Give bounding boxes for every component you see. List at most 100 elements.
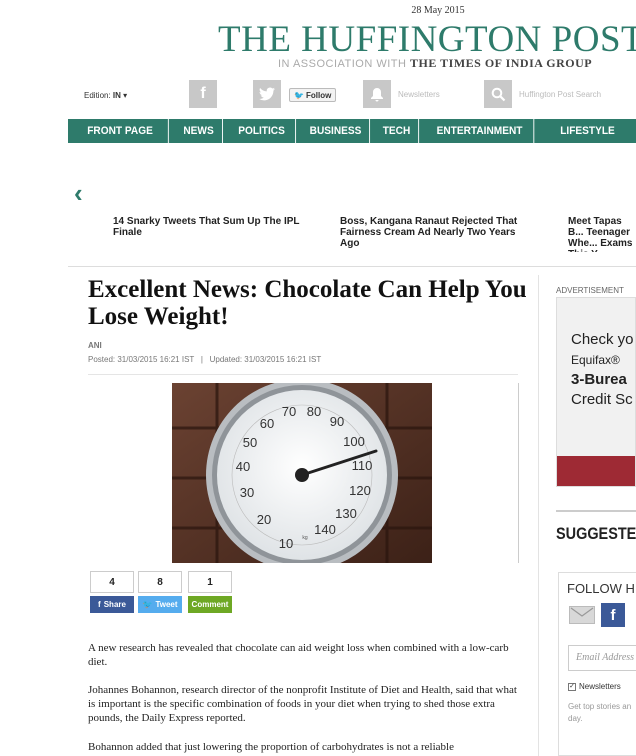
nav-politics[interactable]: POLITICS (228, 119, 297, 143)
tweet-label: Tweet (155, 600, 178, 609)
newsletter-checkbox[interactable]: ✓ Newsletters (568, 682, 621, 691)
comment-share[interactable]: 1 Comment (188, 571, 232, 613)
edition-selector[interactable]: Edition: IN ▾ (84, 91, 127, 100)
search-button[interactable] (484, 80, 512, 108)
suggested-heading: SUGGESTED (556, 524, 636, 543)
newsletter-label: Newsletters (579, 682, 621, 691)
ad-line: Check yo (571, 331, 634, 348)
edition-date: 28 May 2015 (411, 5, 465, 16)
updated-date: Updated: 31/03/2015 16:21 IST (209, 355, 322, 364)
meta-divider (88, 374, 518, 375)
twitter-button[interactable] (253, 80, 281, 108)
facebook-button[interactable]: f (189, 80, 217, 108)
scale-number: 30 (240, 485, 254, 500)
newsletter-description: Get top stories an day. (568, 702, 632, 723)
search-icon (491, 87, 505, 101)
follow-title: FOLLOW H (567, 581, 635, 596)
article-author[interactable]: ANI (88, 341, 102, 350)
article-headline: Excellent News: Chocolate Can Help You L… (88, 276, 527, 330)
share-count: 4 (90, 571, 134, 593)
envelope-icon (570, 607, 594, 617)
article-paragraph: A new research has revealed that chocola… (88, 642, 509, 668)
article-image: 10 20 30 40 50 60 70 80 90 100 110 120 1… (172, 383, 432, 563)
email-icon[interactable] (569, 606, 595, 624)
scale-number: 100 (343, 434, 365, 449)
scale-number: 130 (335, 506, 357, 521)
bell-icon (371, 87, 383, 101)
scale-number: 120 (349, 483, 371, 498)
scale-number: 70 (282, 404, 296, 419)
newsletters-button[interactable] (363, 80, 391, 108)
ad-cta-bar[interactable] (557, 456, 635, 486)
scale-number: 20 (257, 512, 271, 527)
scale-number: 10 (279, 536, 293, 551)
scale-number: 140 (314, 522, 336, 537)
article-paragraph: Bohannon added that just lowering the pr… (88, 741, 454, 753)
scale-unit: kg (302, 535, 308, 541)
utility-toolbar: Edition: IN ▾ f 🐦 Follow Newsletters Huf… (0, 80, 636, 110)
scale-number: 50 (243, 435, 257, 450)
carousel-prev-arrow-icon[interactable]: ‹ (74, 178, 83, 209)
advertisement-label: ADVERTISEMENT (556, 286, 624, 295)
follow-label: Follow (305, 90, 332, 100)
tweet-count: 8 (138, 571, 182, 593)
association-partner: THE TIMES OF INDIA GROUP (410, 56, 593, 70)
checkbox-checked-icon[interactable]: ✓ (568, 682, 576, 691)
facebook-icon: f (200, 85, 206, 102)
nav-lifestyle[interactable]: LIFESTYLE (543, 119, 632, 143)
section-divider (68, 266, 636, 267)
association-line: IN ASSOCIATION WITH THE TIMES OF INDIA G… (278, 56, 592, 71)
email-field[interactable]: Email Address (568, 645, 636, 671)
follow-panel: FOLLOW H f Email Address ✓ Newsletters G… (558, 572, 636, 756)
comment-count: 1 (188, 571, 232, 593)
twitter-bird-icon: 🐦 (142, 600, 153, 609)
facebook-share-button[interactable]: f Share (90, 596, 134, 613)
ad-line: Credit Sc (571, 391, 633, 408)
carousel-item[interactable]: Meet Tapas B... Teenager Whe... Exams Th… (568, 216, 636, 252)
comment-button[interactable]: Comment (188, 596, 232, 613)
nav-business[interactable]: BUSINESS (302, 119, 371, 143)
chocolate-scale-illustration: 10 20 30 40 50 60 70 80 90 100 110 120 1… (172, 383, 432, 563)
share-label: Share (103, 600, 126, 609)
scale-number: 60 (260, 416, 274, 431)
scale-number: 80 (307, 404, 321, 419)
suggested-divider (556, 510, 636, 512)
twitter-follow-button[interactable]: 🐦 Follow (289, 88, 337, 102)
column-divider (538, 275, 539, 756)
ad-line: Equifax® (571, 353, 620, 367)
masthead-logo[interactable]: THE HUFFINGTON POST (218, 18, 636, 61)
association-prefix: IN ASSOCIATION WITH (278, 58, 407, 70)
newsletters-link[interactable]: Newsletters (398, 90, 440, 99)
nav-entertainment[interactable]: ENTERTAINMENT (426, 119, 535, 143)
ad-line: 3-Burea (571, 371, 627, 388)
carousel-item[interactable]: Boss, Kangana Ranaut Rejected That Fairn… (340, 216, 530, 249)
nav-news[interactable]: NEWS (175, 119, 223, 143)
scale-number: 110 (352, 458, 373, 473)
twitter-bird-icon (259, 87, 275, 101)
article-paragraph: Johannes Bohannon, research director of … (88, 684, 517, 724)
search-input[interactable]: Huffington Post Search (519, 90, 601, 99)
nav-tech[interactable]: TECH (375, 119, 420, 143)
timestamp-separator: | (196, 355, 208, 364)
facebook-icon: f (98, 600, 101, 609)
main-nav: FRONT PAGE NEWS POLITICS BUSINESS TECH E… (68, 119, 636, 143)
comment-label: Comment (191, 600, 229, 609)
image-frame-edge (518, 383, 519, 563)
facebook-follow-icon[interactable]: f (601, 603, 625, 627)
carousel-item[interactable]: 14 Snarky Tweets That Sum Up The IPL Fin… (113, 216, 303, 238)
nav-front-page[interactable]: FRONT PAGE (72, 119, 169, 143)
twitter-small-icon: 🐦 (294, 90, 304, 100)
scale-number: 90 (330, 414, 344, 429)
tweet-button[interactable]: 🐦 Tweet (138, 596, 182, 613)
advertisement-banner[interactable]: Check yo Equifax® 3-Burea Credit Sc (556, 297, 636, 487)
ad-copy: Check yo Equifax® 3-Burea Credit Sc (571, 330, 634, 410)
scale-number: 40 (236, 459, 250, 474)
article-timestamps: Posted: 31/03/2015 16:21 IST | Updated: … (88, 355, 321, 364)
caret-down-icon: ▾ (123, 91, 128, 100)
posted-date: Posted: 31/03/2015 16:21 IST (88, 355, 195, 364)
edition-value: IN (112, 91, 121, 100)
twitter-share[interactable]: 8 🐦 Tweet (138, 571, 182, 613)
scale-pivot (295, 468, 309, 482)
edition-label: Edition: (84, 91, 111, 100)
facebook-share[interactable]: 4 f Share (90, 571, 134, 613)
